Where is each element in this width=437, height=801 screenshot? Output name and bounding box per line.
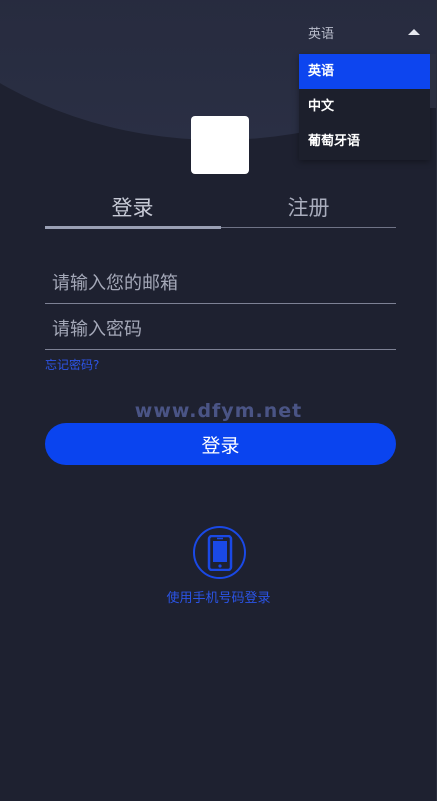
email-underline	[45, 303, 396, 304]
tab-login[interactable]: 登录	[45, 190, 220, 226]
phone-login-button[interactable]	[193, 526, 246, 579]
language-selector[interactable]: 英语	[300, 18, 428, 46]
password-input[interactable]	[45, 310, 396, 348]
tab-register[interactable]: 注册	[221, 190, 396, 226]
tab-active-indicator	[45, 226, 221, 229]
language-dropdown-menu: 英语 中文 葡萄牙语	[299, 54, 430, 160]
language-option-chinese[interactable]: 中文	[299, 89, 430, 124]
app-logo	[191, 116, 249, 174]
dropdown-scrollbar[interactable]	[430, 54, 436, 108]
watermark: www.dfym.net	[134, 400, 303, 422]
caret-up-icon	[408, 29, 420, 35]
auth-tabs: 登录 注册	[45, 190, 396, 230]
language-option-english[interactable]: 英语	[299, 54, 430, 89]
phone-login-label[interactable]: 使用手机号码登录	[0, 587, 437, 606]
language-option-portuguese[interactable]: 葡萄牙语	[299, 124, 430, 159]
email-input[interactable]	[45, 264, 396, 302]
phone-icon	[207, 535, 233, 571]
forgot-password-link[interactable]: 忘记密码?	[45, 356, 99, 373]
login-button[interactable]: 登录	[45, 423, 396, 465]
password-field-wrapper	[45, 310, 396, 350]
email-field-wrapper	[45, 264, 396, 304]
login-screen: 英语 英语 中文 葡萄牙语 登录 注册 忘记密码? www.dfym.net 登…	[0, 0, 437, 801]
password-underline	[45, 349, 396, 350]
language-current-label: 英语	[308, 26, 335, 42]
